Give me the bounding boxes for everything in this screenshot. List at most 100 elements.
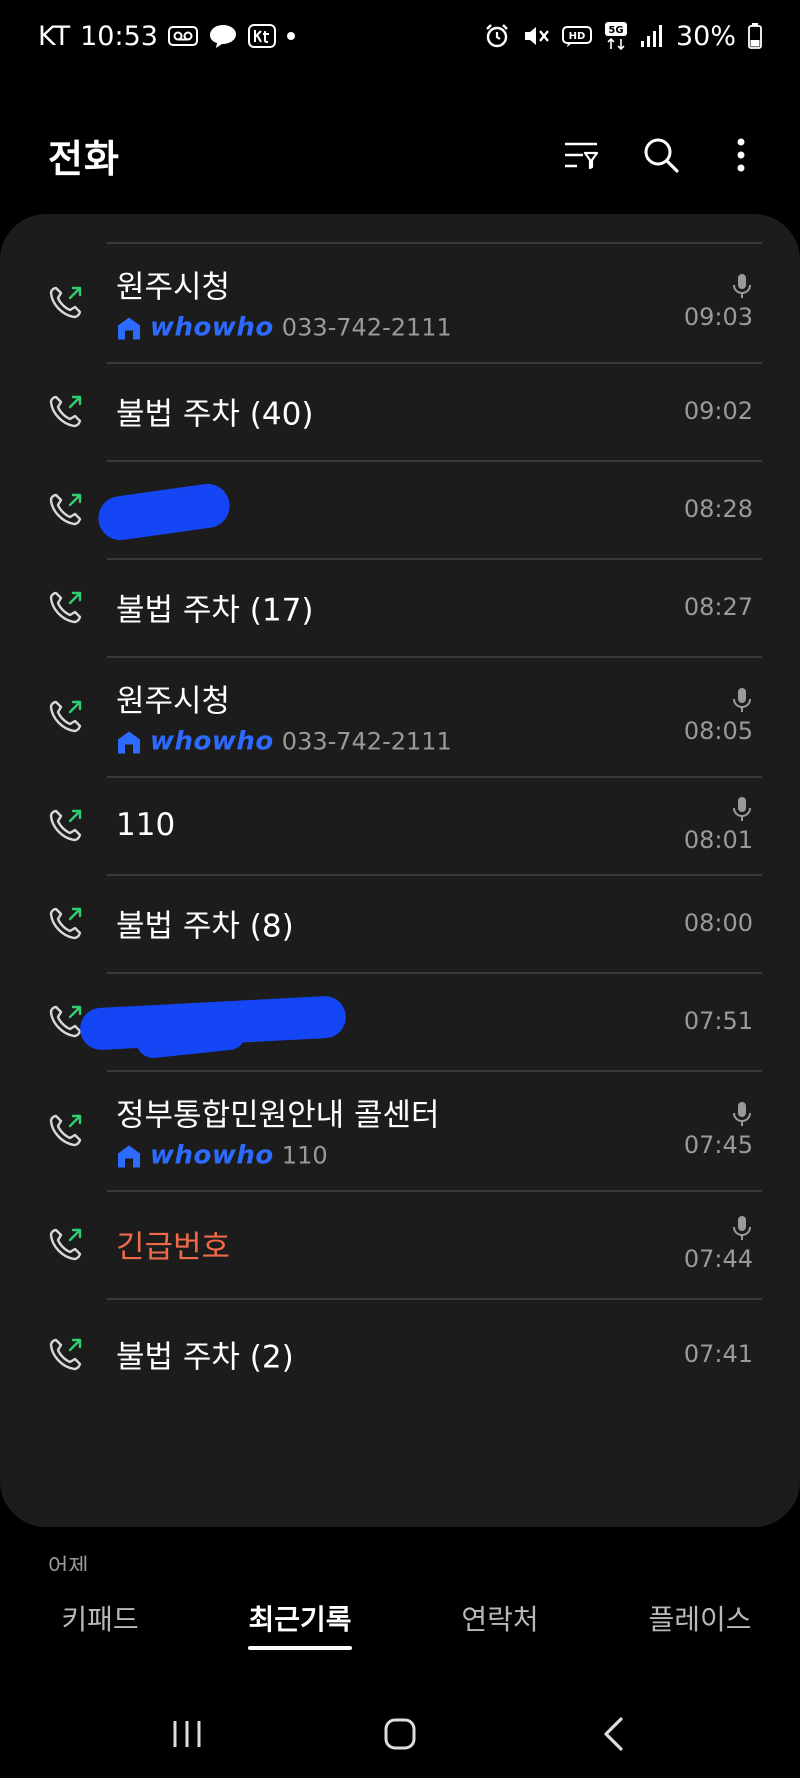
more-options-button[interactable] xyxy=(716,130,766,180)
call-time: 08:28 xyxy=(683,495,753,523)
section-header-yesterday: 어제 xyxy=(48,1555,89,1571)
call-log-row[interactable]: 110 08:01 xyxy=(0,776,800,874)
call-log-row[interactable]: 07:51 xyxy=(0,972,800,1070)
svg-text:HD: HD xyxy=(569,31,586,42)
outgoing-call-icon xyxy=(49,907,82,940)
call-time: 07:41 xyxy=(683,1340,753,1368)
call-list: 원주시청 whowho 033-742-2111 09:03 불법 주차 (40) 09:… xyxy=(0,242,800,1410)
hd-voice-icon: HD xyxy=(561,25,592,47)
more-vertical-icon xyxy=(737,138,745,172)
whowho-brand: whowho xyxy=(150,1140,274,1171)
call-time: 08:05 xyxy=(683,717,753,745)
call-meta: 09:02 xyxy=(684,397,753,425)
redaction-mark xyxy=(79,995,347,1051)
call-info: 정부통합민원안내 콜센터 whowho 110 xyxy=(116,1090,660,1171)
outgoing-call-icon xyxy=(49,1005,82,1038)
call-time: 09:03 xyxy=(683,303,753,331)
caller-name: 정부통합민원안내 콜센터 xyxy=(116,1097,440,1134)
recent-calls-card: 원주시청 whowho 033-742-2111 09:03 불법 주차 (40) 09:… xyxy=(0,214,800,1527)
call-meta: 09:03 xyxy=(684,273,753,331)
caller-name: 긴급번호 xyxy=(116,1229,231,1266)
call-time: 08:27 xyxy=(683,593,753,621)
search-button[interactable] xyxy=(636,130,686,180)
call-meta: 07:45 xyxy=(684,1101,753,1159)
call-recording-icon xyxy=(733,274,751,298)
whowho-house-icon xyxy=(118,1145,140,1168)
call-recording-icon xyxy=(733,1102,751,1126)
call-log-row[interactable]: 불법 주차 (8) 08:00 xyxy=(0,874,800,972)
tab-label: 연락처 xyxy=(461,1603,539,1636)
whowho-brand: whowho xyxy=(150,312,274,343)
phone-number: 033-742-2111 xyxy=(281,727,452,756)
call-recording-icon xyxy=(733,688,751,712)
mute-icon xyxy=(522,23,550,49)
call-info: 110 xyxy=(116,807,660,843)
call-log-row[interactable]: 불법 주차 (2) 07:41 xyxy=(0,1298,800,1410)
call-meta: 07:51 xyxy=(684,1007,753,1035)
whowho-brand: whowho xyxy=(150,726,274,757)
call-info: 불법 주차 (8) xyxy=(116,901,660,946)
row-divider xyxy=(107,242,762,244)
call-time: 07:51 xyxy=(683,1007,753,1035)
filter-button[interactable] xyxy=(556,130,606,180)
signal-strength-icon xyxy=(640,24,664,48)
tab-places[interactable]: 플레이스 xyxy=(600,1598,800,1658)
back-icon xyxy=(604,1717,623,1751)
tab-recents[interactable]: 최근기록 xyxy=(200,1598,400,1658)
kt-app-icon xyxy=(247,24,276,48)
call-meta: 08:01 xyxy=(684,796,753,854)
system-nav-bar xyxy=(0,1690,800,1778)
call-info: 불법 주차 (17) xyxy=(116,585,660,630)
outgoing-call-icon xyxy=(49,700,82,733)
call-time: 07:44 xyxy=(683,1245,753,1273)
clock: 10:53 xyxy=(80,20,158,52)
app-header: 전화 xyxy=(0,110,800,200)
row-divider xyxy=(107,558,762,560)
svg-text:5G: 5G xyxy=(608,25,623,36)
call-log-row[interactable]: 원주시청 whowho 033-742-2111 08:05 xyxy=(0,656,800,776)
caller-id-info: whowho 033-742-2111 xyxy=(116,727,660,757)
chat-bubble-icon xyxy=(208,23,238,49)
call-meta: 08:28 xyxy=(684,495,753,523)
row-divider xyxy=(107,972,762,974)
home-icon xyxy=(384,1718,416,1750)
tab-keypad[interactable]: 키패드 xyxy=(0,1598,200,1658)
tab-label: 플레이스 xyxy=(648,1603,752,1636)
call-meta: 07:41 xyxy=(684,1340,753,1368)
battery-icon xyxy=(748,23,762,49)
back-button[interactable] xyxy=(583,1704,643,1764)
whowho-house-icon xyxy=(118,731,140,754)
tab-label: 키패드 xyxy=(61,1603,139,1636)
call-log-row[interactable]: 통장08:28 xyxy=(0,460,800,558)
tab-contacts[interactable]: 연락처 xyxy=(400,1598,600,1658)
recent-apps-button[interactable] xyxy=(157,1704,217,1764)
call-info: 불법 주차 (40) xyxy=(116,389,660,434)
outgoing-call-icon xyxy=(49,591,82,624)
row-divider xyxy=(107,776,762,778)
call-log-row[interactable]: 불법 주차 (17) 08:27 xyxy=(0,558,800,656)
call-info: 원주시청 whowho 033-742-2111 xyxy=(116,676,660,757)
call-log-row[interactable]: 긴급번호 07:44 xyxy=(0,1190,800,1298)
row-divider xyxy=(107,874,762,876)
caller-name: 원주시청 xyxy=(116,683,231,720)
phone-number: 033-742-2111 xyxy=(281,313,452,342)
outgoing-call-icon xyxy=(49,1114,82,1147)
call-log-row[interactable]: 정부통합민원안내 콜센터 whowho 110 07:45 xyxy=(0,1070,800,1190)
call-log-row[interactable]: 불법 주차 (40) 09:02 xyxy=(0,362,800,460)
caller-name: 불법 주차 (40) xyxy=(116,396,314,433)
row-divider xyxy=(107,460,762,462)
outgoing-call-icon xyxy=(49,286,82,319)
battery-level: 30% xyxy=(675,20,736,52)
caller-name: 110 xyxy=(116,807,176,843)
home-button[interactable] xyxy=(370,1704,430,1764)
call-time: 07:45 xyxy=(683,1131,753,1159)
caller-name: 불법 주차 (17) xyxy=(116,592,314,629)
caller-name: 불법 주차 (8) xyxy=(116,908,294,945)
call-log-row[interactable]: 원주시청 whowho 033-742-2111 09:03 xyxy=(0,242,800,362)
filter-icon xyxy=(565,142,599,170)
caller-id-info: whowho 033-742-2111 xyxy=(116,313,660,343)
call-recording-icon xyxy=(733,797,751,821)
call-meta: 08:27 xyxy=(684,593,753,621)
whowho-house-icon xyxy=(118,317,140,340)
carrier-label: KT xyxy=(38,20,71,52)
